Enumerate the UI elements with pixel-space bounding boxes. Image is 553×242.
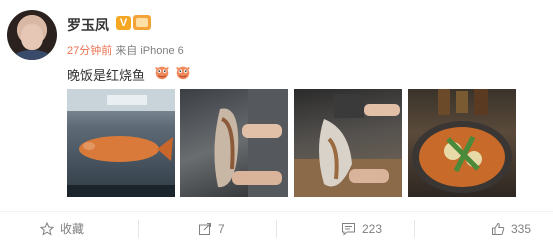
- comment-icon: [342, 223, 355, 236]
- photo-fish-tank[interactable]: [67, 89, 175, 197]
- user-name[interactable]: 罗玉凤: [67, 15, 109, 35]
- action-bar-divider: [0, 211, 553, 212]
- favorite-button[interactable]: 收藏: [40, 219, 84, 239]
- star-icon: [40, 222, 54, 236]
- verified-badge-icon[interactable]: V: [116, 16, 131, 30]
- post-time[interactable]: 27分钟前: [67, 45, 112, 57]
- thumbs-up-icon: [492, 222, 505, 235]
- avatar-shirt: [13, 50, 51, 60]
- weibo-post: 罗玉凤 V 27分钟前 来自 iPhone 6 晚饭是红烧鱼 收藏 7 223 …: [0, 0, 553, 242]
- photo-braised-fish[interactable]: [408, 89, 516, 197]
- holding-fish-image: [214, 89, 288, 197]
- like-count: 335: [511, 222, 532, 236]
- action-separator: [414, 220, 415, 238]
- repost-count: 7: [218, 222, 225, 236]
- photo-cutting-fish[interactable]: [294, 89, 402, 197]
- repost-button[interactable]: 7: [198, 219, 225, 239]
- action-separator: [138, 220, 139, 238]
- action-separator: [276, 220, 277, 238]
- repost-icon: [199, 223, 211, 235]
- cutting-fish-image: [294, 94, 402, 197]
- post-source[interactable]: 来自 iPhone 6: [115, 45, 183, 57]
- crab-emoji-icon: [176, 66, 190, 80]
- braised-fish-image: [412, 89, 512, 193]
- avatar[interactable]: [7, 10, 57, 60]
- crab-emoji-icon: [155, 66, 169, 80]
- post-text: 晚饭是红烧鱼: [67, 68, 146, 83]
- member-icon[interactable]: [133, 15, 151, 30]
- comment-button[interactable]: 223: [341, 219, 382, 239]
- like-button[interactable]: 335: [491, 219, 531, 239]
- post-meta: 27分钟前 来自 iPhone 6: [67, 42, 184, 58]
- avatar-face: [21, 24, 43, 50]
- favorite-label: 收藏: [60, 222, 85, 236]
- comment-count: 223: [362, 222, 383, 236]
- photo-holding-fish[interactable]: [180, 89, 288, 197]
- fish-tank-image: [67, 89, 175, 197]
